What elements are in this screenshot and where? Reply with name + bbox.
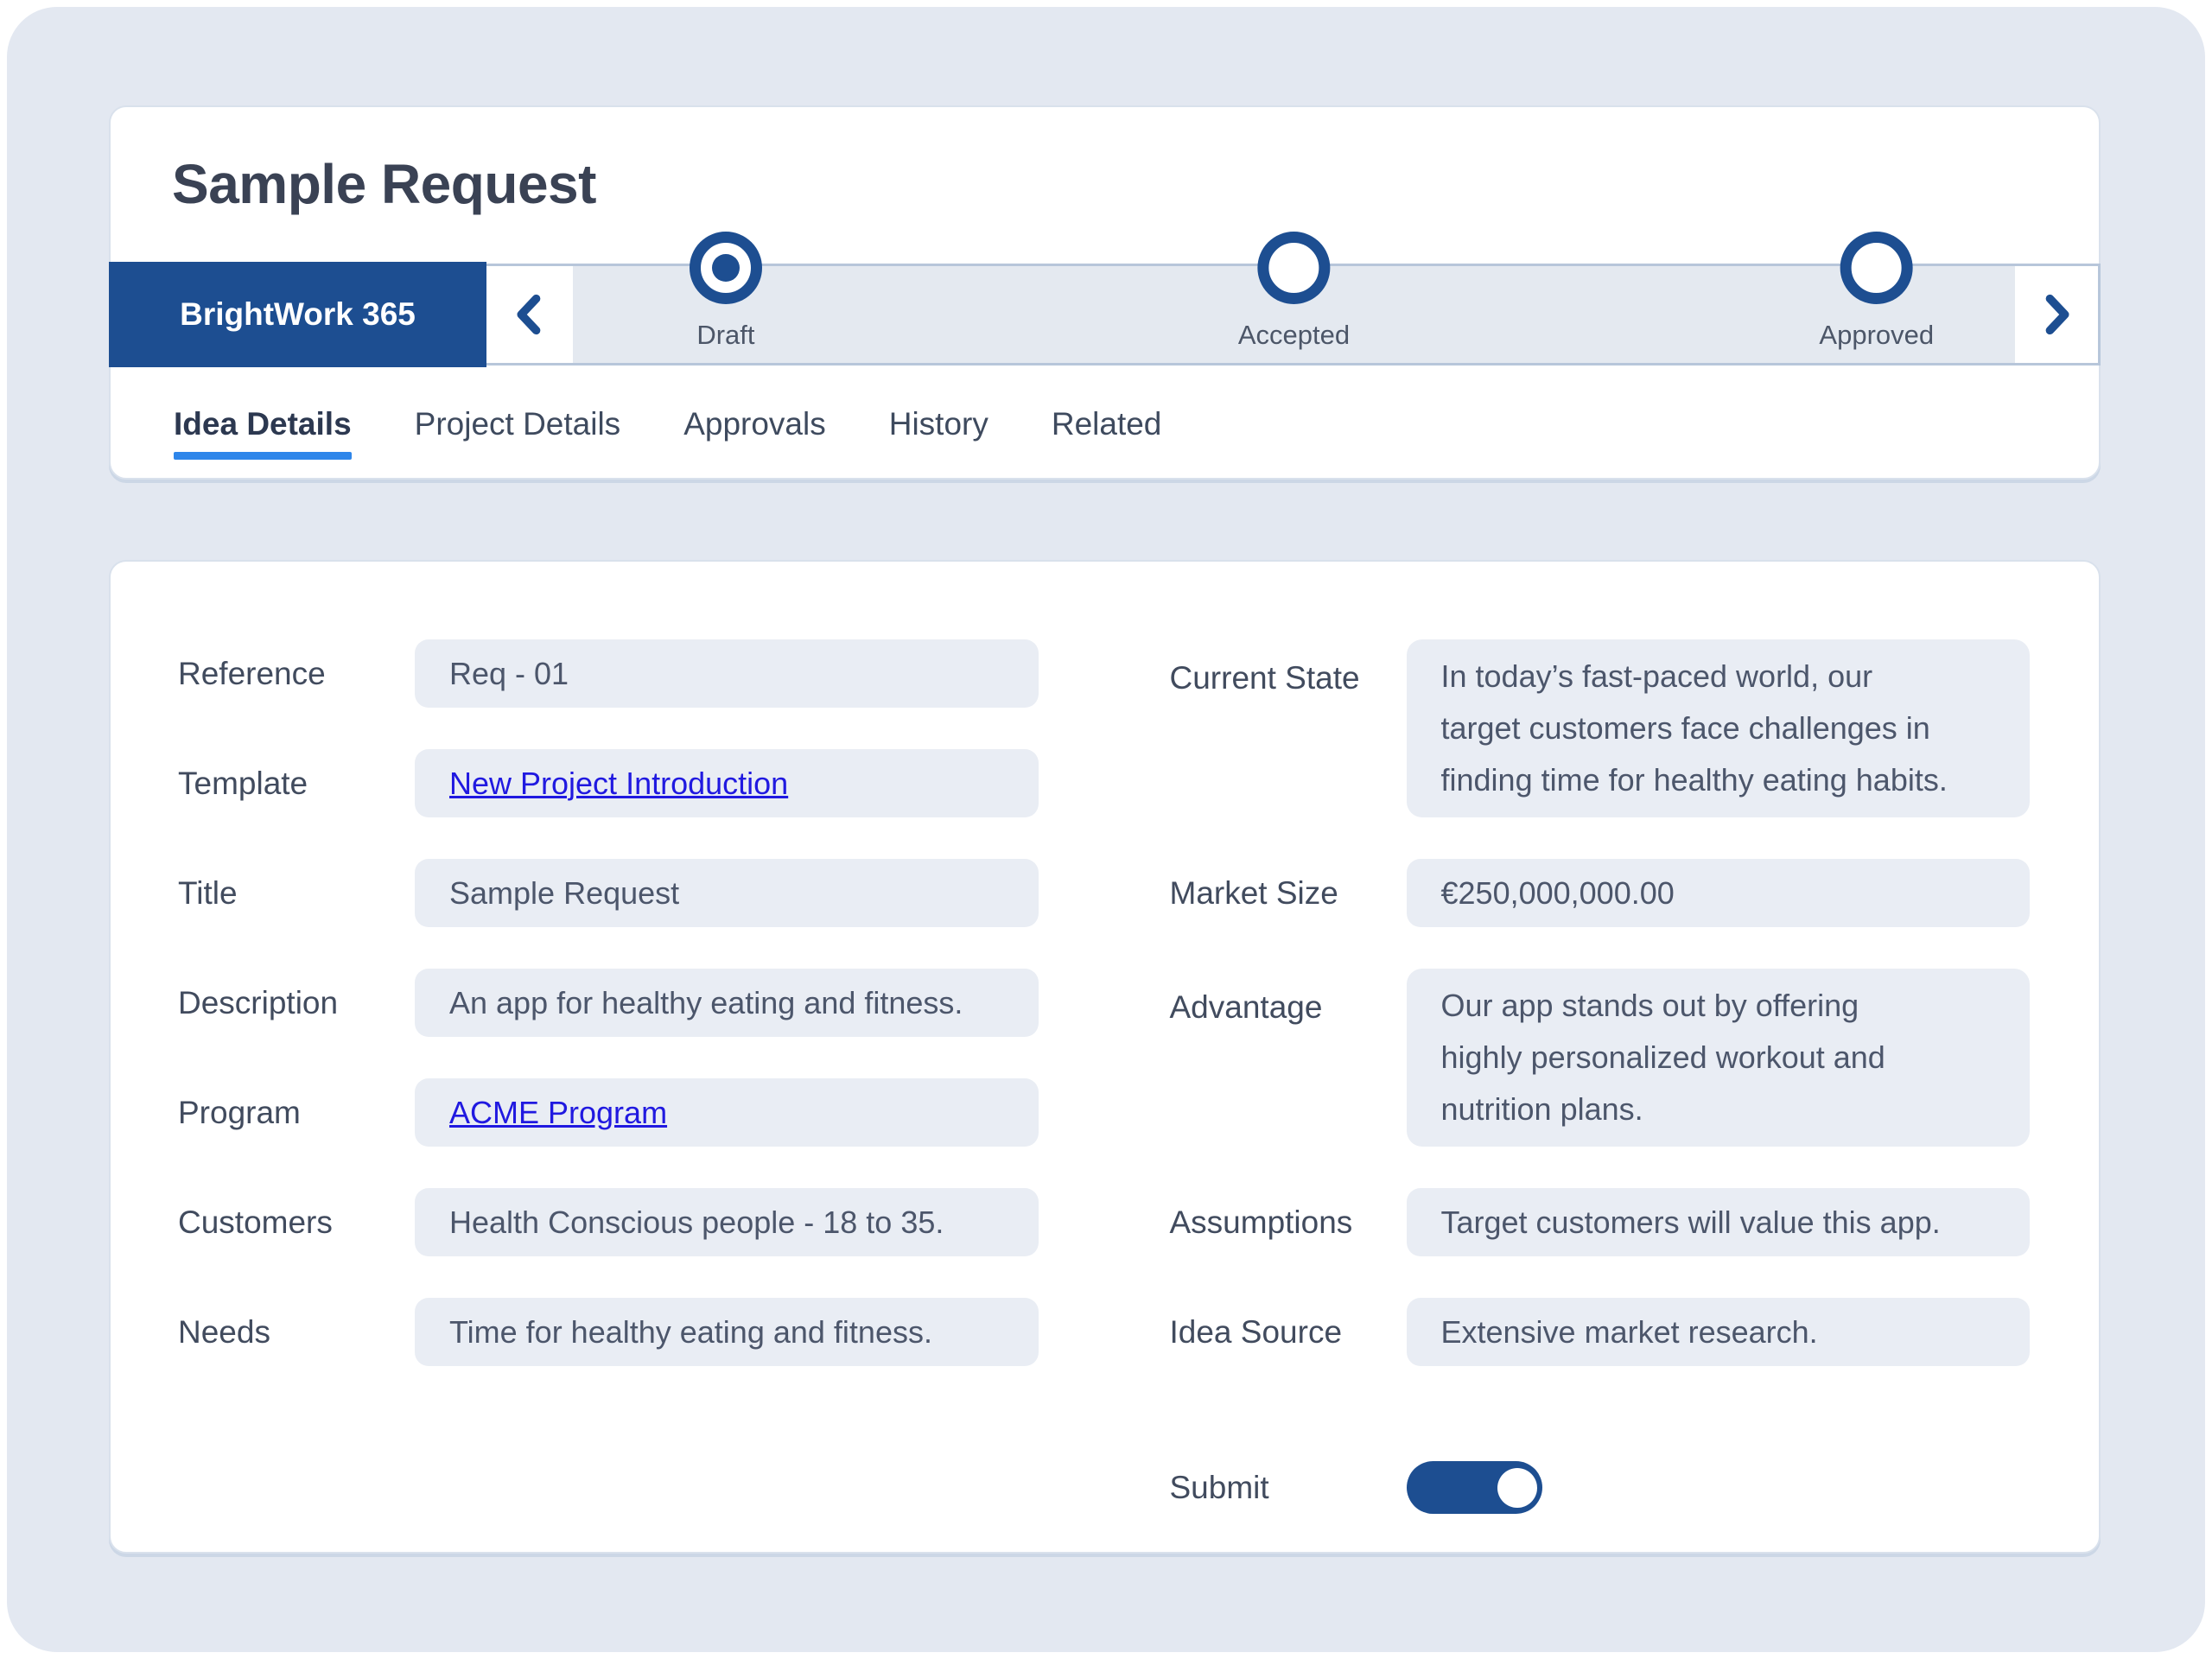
stage-label: Approved [1819, 320, 1934, 351]
idea-details-form-card: Reference Req - 01 Template New Project … [109, 560, 2101, 1554]
form-grid: Reference Req - 01 Template New Project … [111, 562, 2099, 1514]
field-label: Needs [178, 1314, 415, 1351]
field-row-template: Template New Project Introduction [178, 749, 1039, 817]
field-row-assumptions: Assumptions Target customers will value … [1170, 1188, 2031, 1256]
field-label: Template [178, 766, 415, 802]
current-state-field[interactable]: In today’s fast-paced world, our target … [1407, 639, 2031, 817]
form-column-right: Current State In today’s fast-paced worl… [1170, 639, 2031, 1514]
tab-label: Related [1052, 406, 1162, 442]
field-row-idea-source: Idea Source Extensive market research. [1170, 1298, 2031, 1366]
stage-current-circle-icon [690, 232, 762, 304]
field-row-title: Title Sample Request [178, 859, 1039, 927]
stage-bar-track-region: Draft Accepted Approved [486, 264, 2101, 365]
stage-navigation: BrightWork 365 Draft Accepted [109, 262, 2101, 367]
assumptions-field[interactable]: Target customers will value this app. [1407, 1188, 2031, 1256]
field-row-program: Program ACME Program [178, 1078, 1039, 1147]
advantage-field[interactable]: Our app stands out by offering highly pe… [1407, 969, 2031, 1147]
tab-history[interactable]: History [889, 406, 988, 460]
field-label: Advantage [1170, 969, 1407, 1026]
field-label: Program [178, 1095, 415, 1131]
next-stage-button[interactable] [2015, 266, 2098, 363]
program-field: ACME Program [415, 1078, 1039, 1147]
form-column-left: Reference Req - 01 Template New Project … [178, 639, 1039, 1514]
field-row-description: Description An app for healthy eating an… [178, 969, 1039, 1037]
stage-accepted[interactable]: Accepted [1238, 232, 1350, 351]
needs-field[interactable]: Time for healthy eating and fitness. [415, 1298, 1039, 1366]
field-label: Submit [1170, 1470, 1407, 1506]
tab-label: Project Details [415, 406, 621, 442]
app-background: Sample Request BrightWork 365 Draft [7, 7, 2205, 1652]
market-size-field[interactable]: €250,000,000.00 [1407, 859, 2031, 927]
title-field[interactable]: Sample Request [415, 859, 1039, 927]
field-label: Market Size [1170, 875, 1407, 912]
field-row-current-state: Current State In today’s fast-paced worl… [1170, 639, 2031, 817]
field-row-submit: Submit [1170, 1461, 2031, 1514]
stage-label: Accepted [1238, 320, 1350, 351]
program-link[interactable]: ACME Program [449, 1095, 667, 1131]
field-row-reference: Reference Req - 01 [178, 639, 1039, 708]
toggle-knob [1497, 1468, 1537, 1508]
tab-approvals[interactable]: Approvals [683, 406, 826, 460]
tab-related[interactable]: Related [1052, 406, 1162, 460]
tab-label: Idea Details [174, 406, 352, 442]
active-tab-underline [174, 452, 352, 460]
tab-project-details[interactable]: Project Details [415, 406, 621, 460]
stage-circle-icon [1257, 232, 1330, 304]
stage-track: Draft Accepted Approved [573, 266, 2015, 363]
stage-circle-icon [1840, 232, 1913, 304]
field-row-needs: Needs Time for healthy eating and fitnes… [178, 1298, 1039, 1366]
stage-draft[interactable]: Draft [690, 232, 762, 351]
chevron-right-icon [2034, 289, 2079, 340]
field-row-customers: Customers Health Conscious people - 18 t… [178, 1188, 1039, 1256]
field-label: Description [178, 985, 415, 1021]
reference-field[interactable]: Req - 01 [415, 639, 1039, 708]
template-link[interactable]: New Project Introduction [449, 766, 788, 802]
stage-approved[interactable]: Approved [1819, 232, 1934, 351]
submit-toggle[interactable] [1407, 1461, 1542, 1514]
field-label: Customers [178, 1205, 415, 1241]
field-row-market-size: Market Size €250,000,000.00 [1170, 859, 2031, 927]
stage-label: Draft [696, 320, 754, 351]
tab-label: History [889, 406, 988, 442]
tab-idea-details[interactable]: Idea Details [174, 406, 352, 460]
template-field: New Project Introduction [415, 749, 1039, 817]
idea-source-field[interactable]: Extensive market research. [1407, 1298, 2031, 1366]
field-label: Assumptions [1170, 1205, 1407, 1241]
request-header-card: Sample Request BrightWork 365 Draft [109, 105, 2101, 480]
brand-badge: BrightWork 365 [109, 262, 486, 367]
page-title: Sample Request [172, 156, 2099, 213]
previous-stage-button[interactable] [486, 266, 573, 363]
field-label: Reference [178, 656, 415, 692]
field-label: Current State [1170, 639, 1407, 696]
field-label: Title [178, 875, 415, 912]
stage-current-dot [712, 254, 740, 282]
field-row-advantage: Advantage Our app stands out by offering… [1170, 969, 2031, 1147]
field-label: Idea Source [1170, 1314, 1407, 1351]
customers-field[interactable]: Health Conscious people - 18 to 35. [415, 1188, 1039, 1256]
description-field[interactable]: An app for healthy eating and fitness. [415, 969, 1039, 1037]
tab-label: Approvals [683, 406, 826, 442]
tab-bar: Idea Details Project Details Approvals H… [174, 406, 1161, 460]
chevron-left-icon [507, 289, 552, 340]
